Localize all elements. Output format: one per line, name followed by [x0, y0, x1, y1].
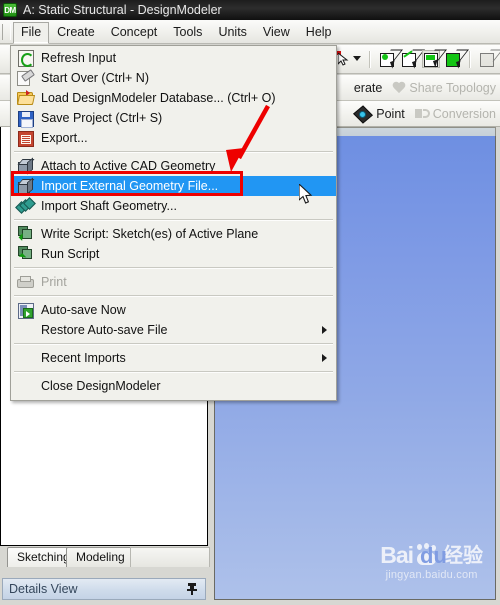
conversion-icon	[414, 108, 430, 120]
menu-item-print: Print	[11, 272, 336, 292]
menu-create[interactable]: Create	[49, 22, 103, 42]
window-title: A: Static Structural - DesignModeler	[23, 3, 222, 17]
menu-item-label: Import External Geometry File...	[41, 179, 219, 193]
menu-item-label: Export...	[41, 131, 88, 145]
menu-bar: File Create Concept Tools Units View Hel…	[0, 20, 500, 44]
menu-view[interactable]: View	[255, 22, 298, 42]
baidu-watermark: Bai du 经验 jingyan.baidu.com	[380, 543, 483, 581]
open-folder-icon	[16, 90, 36, 106]
menu-tools[interactable]: Tools	[165, 22, 210, 42]
menu-item-label: Recent Imports	[41, 351, 126, 365]
face-select-icon[interactable]	[422, 50, 441, 68]
pin-icon[interactable]	[187, 583, 197, 595]
file-dropdown-menu[interactable]: Refresh Input Start Over (Ctrl+ N) Load …	[10, 45, 337, 401]
menu-item-label: Save Project (Ctrl+ S)	[41, 111, 163, 125]
generate-label: erate	[353, 80, 383, 95]
select-mode-cursor-icon[interactable]	[336, 50, 362, 68]
extend-select-icon[interactable]	[478, 50, 496, 68]
mouse-pointer-icon	[299, 184, 313, 204]
conversion-button[interactable]: Conversion	[414, 106, 496, 121]
tab-modeling[interactable]: Modeling	[66, 547, 135, 567]
menu-item-import-shaft-geometry[interactable]: Import Shaft Geometry...	[11, 196, 336, 216]
menu-item-write-script[interactable]: Write Script: Sketch(es) of Active Plane	[11, 224, 336, 244]
import-shaft-icon	[15, 197, 36, 214]
designmodeler-window: DM A: Static Structural - DesignModeler …	[0, 0, 500, 605]
menu-item-attach-cad[interactable]: Attach to Active CAD Geometry	[11, 156, 336, 176]
tab-strip-filler	[130, 547, 210, 567]
menu-item-label: Restore Auto-save File	[41, 323, 168, 337]
menu-concept[interactable]: Concept	[103, 22, 166, 42]
menu-separator	[14, 219, 333, 221]
menu-item-label: Close DesignModeler	[41, 379, 161, 393]
menu-help[interactable]: Help	[298, 22, 340, 42]
menu-separator	[14, 295, 333, 297]
menu-separator	[14, 267, 333, 269]
baidu-paw-icon: du	[414, 543, 447, 567]
import-geometry-icon	[17, 177, 35, 195]
print-icon	[17, 274, 34, 290]
share-topology-icon	[392, 82, 406, 94]
menu-item-import-external-geometry[interactable]: Import External Geometry File...	[11, 176, 336, 196]
refresh-icon	[17, 50, 34, 67]
menu-separator	[14, 371, 333, 373]
edge-select-icon[interactable]	[400, 50, 420, 69]
menu-item-label: Attach to Active CAD Geometry	[41, 159, 216, 173]
menu-item-refresh-input[interactable]: Refresh Input	[11, 48, 336, 68]
title-bar: DM A: Static Structural - DesignModeler	[0, 0, 500, 20]
share-topology-button[interactable]: Share Topology	[392, 81, 496, 95]
toolbar-separator	[369, 50, 371, 68]
save-icon	[17, 110, 34, 128]
menu-separator	[14, 151, 333, 153]
menu-item-run-script[interactable]: Run Script	[11, 244, 336, 264]
generate-button[interactable]: erate	[354, 81, 383, 95]
vertex-select-icon[interactable]	[378, 50, 398, 69]
details-view-label: Details View	[9, 582, 78, 596]
write-script-icon	[17, 226, 34, 242]
chevron-right-icon	[322, 326, 327, 334]
toolbar-separator-2	[469, 50, 471, 68]
point-icon	[353, 105, 374, 124]
conversion-label: Conversion	[432, 106, 496, 121]
cad-cube-icon	[17, 157, 35, 175]
menu-item-label: Load DesignModeler Database... (Ctrl+ O)	[41, 91, 276, 105]
menu-item-close-designmodeler[interactable]: Close DesignModeler	[11, 376, 336, 396]
menu-item-auto-save-now[interactable]: Auto-save Now	[11, 300, 336, 320]
menu-item-label: Refresh Input	[41, 51, 117, 65]
watermark-bai-text: Bai	[380, 542, 414, 568]
panel-tabs: Sketching Modeling	[2, 546, 210, 568]
menu-item-export[interactable]: Export...	[11, 128, 336, 148]
run-script-icon	[17, 246, 34, 262]
share-topology-label: Share Topology	[409, 80, 496, 95]
watermark-url: jingyan.baidu.com	[385, 569, 478, 581]
menu-gripper[interactable]	[2, 23, 11, 40]
details-view-header[interactable]: Details View	[2, 578, 206, 600]
menu-item-label: Run Script	[41, 247, 100, 261]
menu-separator	[14, 343, 333, 345]
menu-item-load-database[interactable]: Load DesignModeler Database... (Ctrl+ O)	[11, 88, 336, 108]
point-label: Point	[376, 106, 405, 121]
chevron-right-icon	[322, 354, 327, 362]
menu-item-save-project[interactable]: Save Project (Ctrl+ S)	[11, 108, 336, 128]
menu-file[interactable]: File	[13, 21, 50, 44]
menu-item-recent-imports[interactable]: Recent Imports	[11, 348, 336, 368]
menu-item-label: Start Over (Ctrl+ N)	[41, 71, 149, 85]
menu-item-label: Import Shaft Geometry...	[41, 199, 177, 213]
menu-item-label: Write Script: Sketch(es) of Active Plane	[41, 227, 259, 241]
menu-item-restore-auto-save-file[interactable]: Restore Auto-save File	[11, 320, 336, 340]
start-over-icon	[17, 69, 35, 86]
menu-units[interactable]: Units	[210, 22, 254, 42]
point-button[interactable]: Point	[353, 105, 405, 124]
menu-item-start-over[interactable]: Start Over (Ctrl+ N)	[11, 68, 336, 88]
body-select-icon[interactable]	[444, 50, 464, 69]
menu-item-label: Print	[41, 275, 67, 289]
auto-save-icon	[17, 302, 34, 319]
watermark-du-text: du	[420, 543, 447, 568]
watermark-cn-text: 经验	[443, 545, 483, 567]
designmodeler-logo-icon: DM	[3, 3, 17, 17]
menu-item-label: Auto-save Now	[41, 303, 126, 317]
export-icon	[17, 130, 34, 147]
